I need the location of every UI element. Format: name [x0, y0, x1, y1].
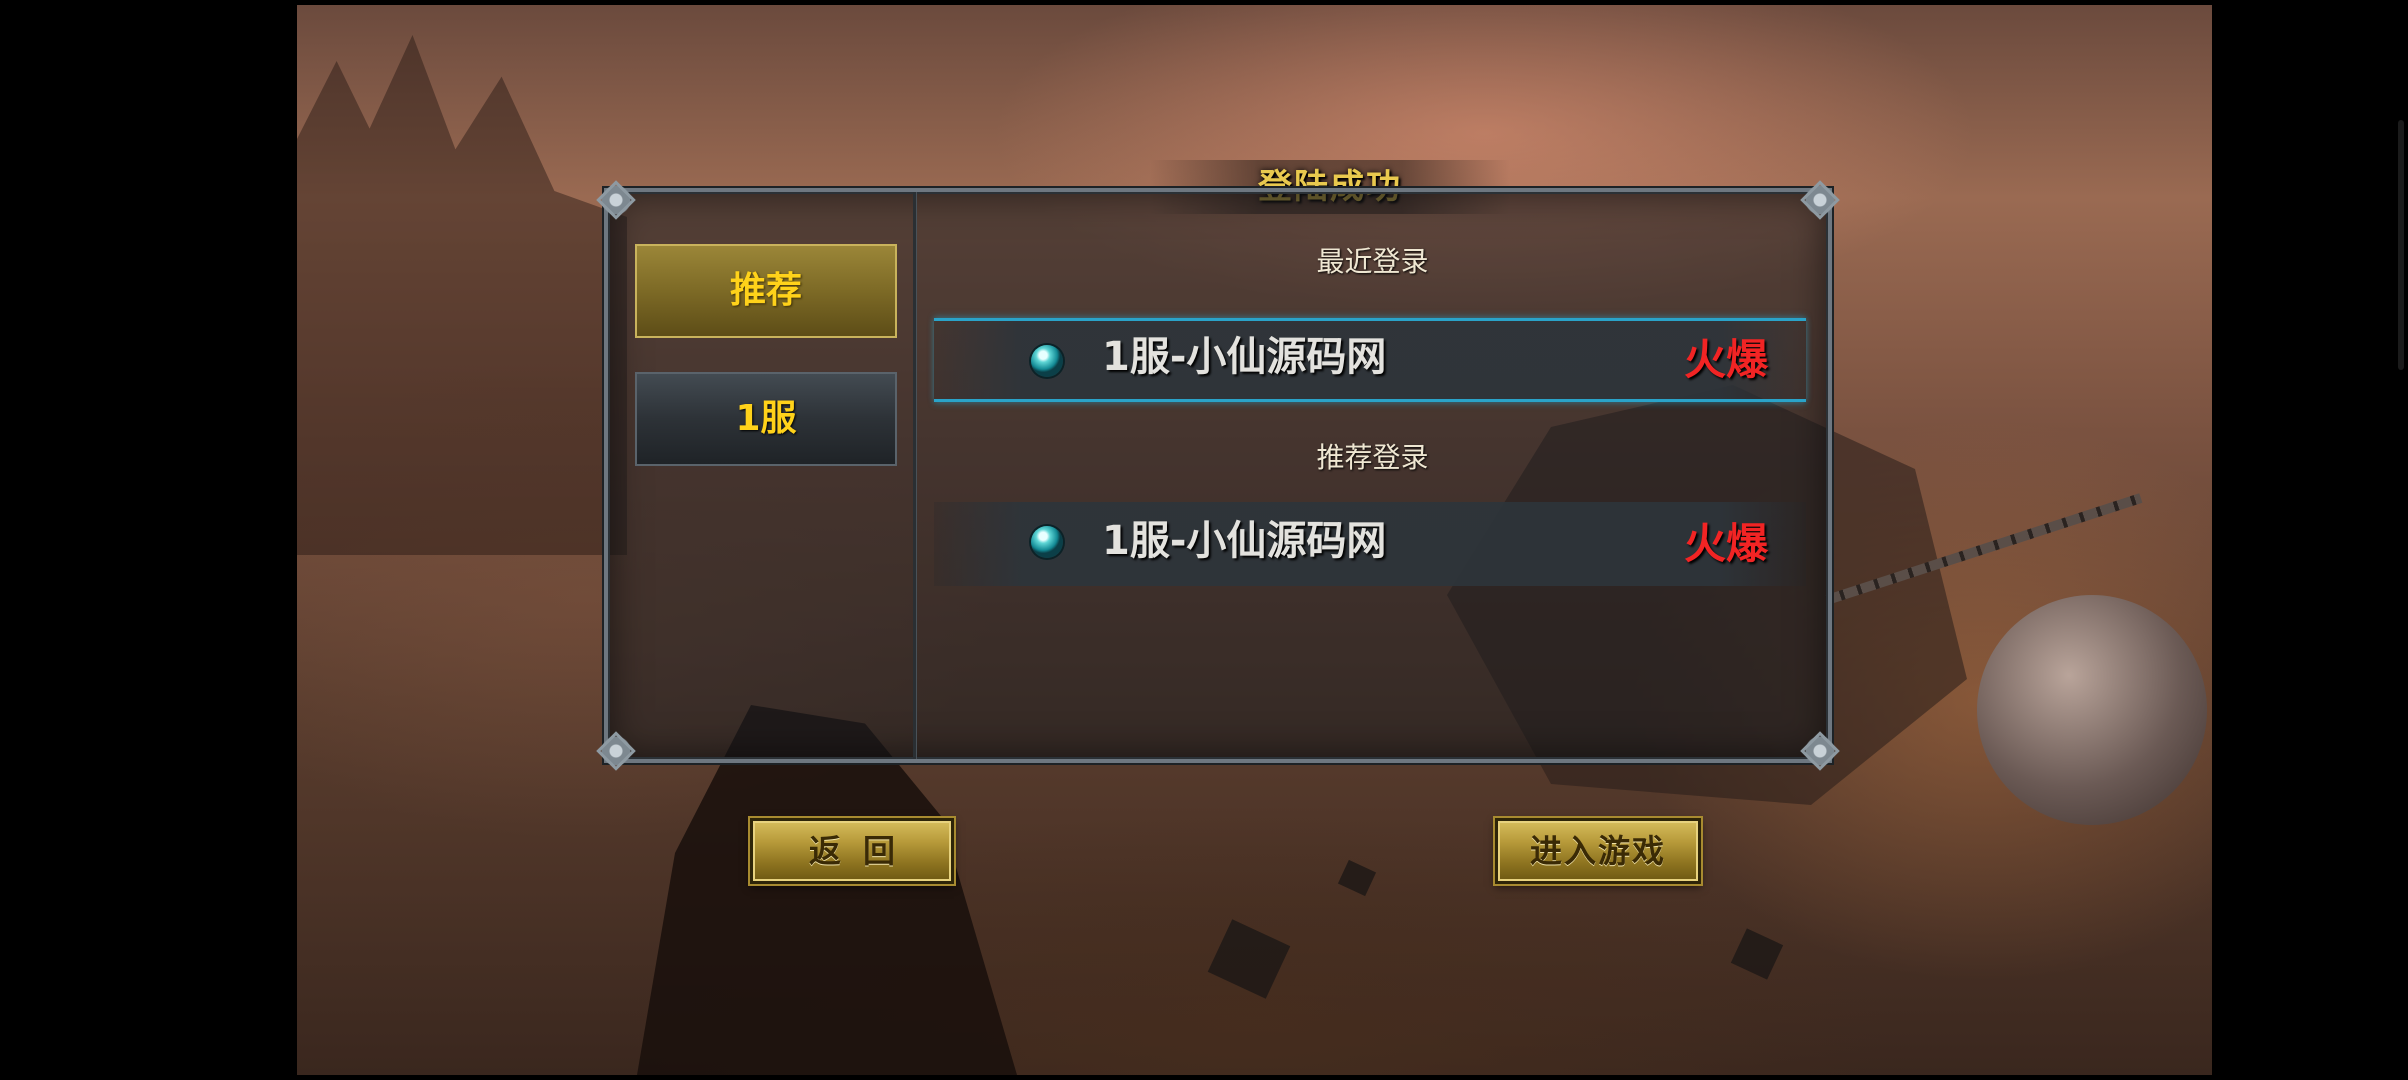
recommended-server-row[interactable]: 1服-小仙源码网 火爆 [934, 502, 1806, 586]
back-button[interactable]: 返回 [748, 816, 956, 886]
tab-server-1[interactable]: 1服 [635, 372, 897, 466]
ornament-corner-icon [1798, 178, 1842, 222]
recent-login-label: 最近登录 [1316, 245, 1429, 278]
ornament-corner-icon [1798, 729, 1842, 773]
ruins-silhouette [297, 35, 627, 555]
rock [1207, 919, 1291, 999]
enter-game-button[interactable]: 进入游戏 [1493, 816, 1703, 886]
teal-orb-icon [1031, 526, 1063, 558]
server-name: 1服-小仙源码网 [1102, 334, 1387, 380]
server-status: 火爆 [1683, 519, 1768, 568]
rock [1730, 928, 1784, 980]
server-select-panel: 推荐 1服 最近登录 1服-小仙源码网 火爆 推荐登录 1服-小仙源码网 火爆 [594, 178, 1842, 773]
wrecking-ball [1977, 595, 2207, 825]
screen: 登陆成功 推荐 1服 最近登录 1服-小仙源码网 火爆 推荐登录 1服-小仙源码… [0, 0, 2408, 1080]
server-status: 火爆 [1683, 335, 1768, 384]
recommended-login-label: 推荐登录 [1316, 441, 1429, 474]
tab-recommend[interactable]: 推荐 [635, 244, 897, 338]
server-name: 1服-小仙源码网 [1102, 518, 1387, 564]
recent-server-row[interactable]: 1服-小仙源码网 火爆 [934, 318, 1806, 402]
edge-handle [2398, 120, 2404, 370]
teal-orb-icon [1031, 345, 1063, 377]
tab-column: 推荐 1服 [608, 192, 916, 759]
rock [1337, 859, 1377, 897]
